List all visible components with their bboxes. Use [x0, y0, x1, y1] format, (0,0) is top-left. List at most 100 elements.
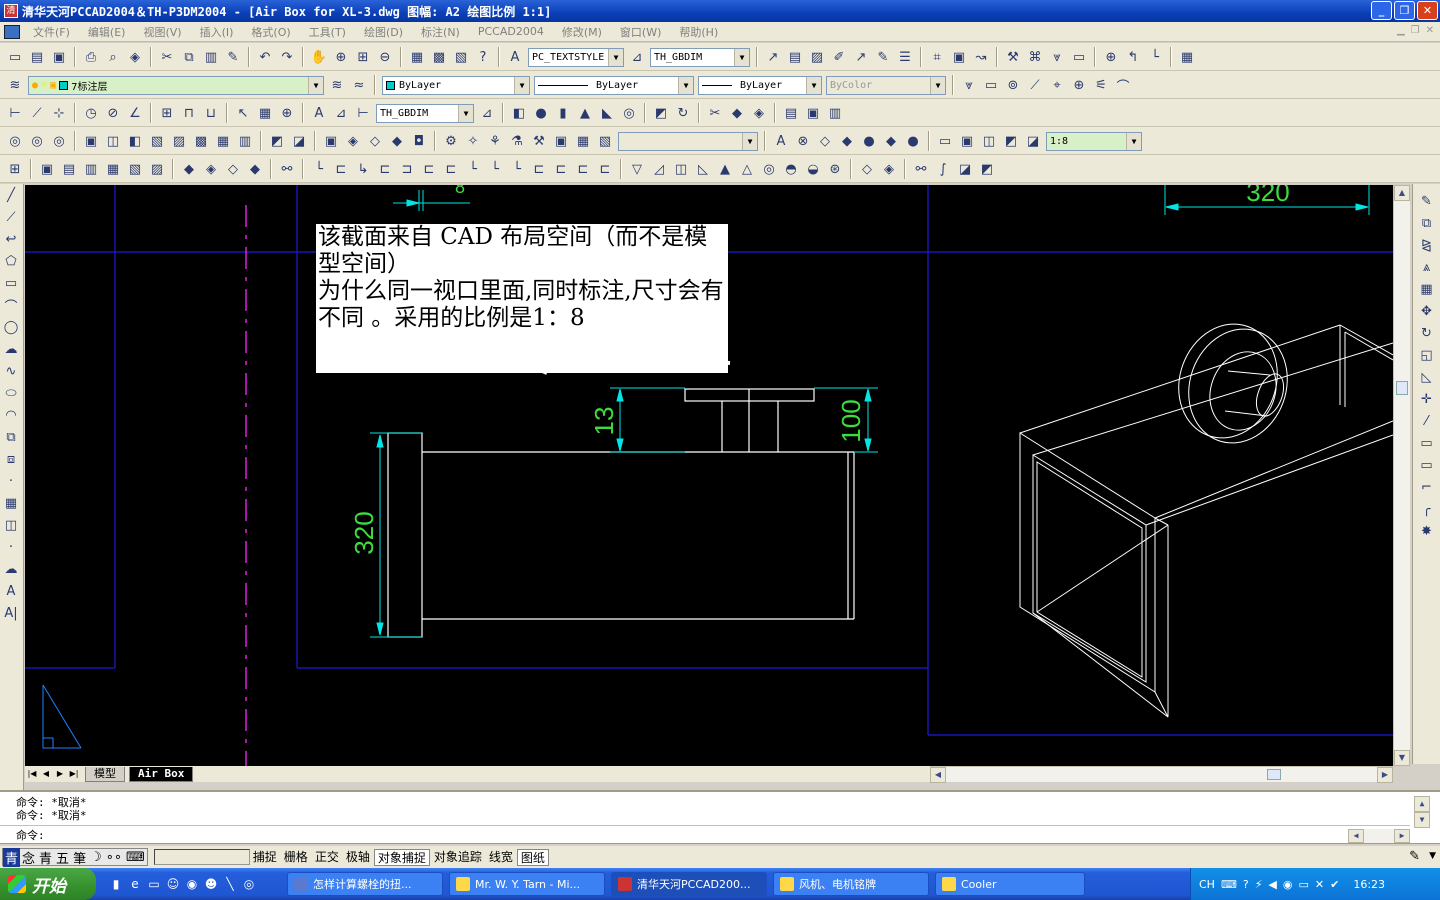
punct-icon[interactable]: ∘∘: [104, 850, 124, 865]
binoculars-icon[interactable]: ⚯: [276, 158, 298, 180]
preview-icon[interactable]: ⌕: [102, 46, 124, 68]
target-icon[interactable]: ⊕: [1068, 74, 1090, 96]
surface-3-icon[interactable]: ◫: [670, 158, 692, 180]
surface-1-icon[interactable]: ▽: [626, 158, 648, 180]
mesh-3-icon[interactable]: ⚯: [910, 158, 932, 180]
solid-2-icon[interactable]: ▤: [58, 158, 80, 180]
ordinate-dim-icon[interactable]: ⊹: [48, 102, 70, 124]
menu-edit[interactable]: 编辑(E): [79, 24, 135, 40]
ucs-5-icon[interactable]: ⊐: [396, 158, 418, 180]
cmd-hscroll[interactable]: ◀ ▶: [1348, 829, 1410, 843]
offset-icon[interactable]: ⩓: [1416, 256, 1438, 278]
offset-faces-icon[interactable]: ▩: [190, 130, 212, 152]
pointer-icon[interactable]: ↗: [850, 46, 872, 68]
doc-close-icon[interactable]: ✕: [1426, 25, 1434, 36]
aligned-dim-icon[interactable]: ⟋: [26, 102, 48, 124]
cloud-icon[interactable]: ☁: [0, 558, 22, 580]
rotate-icon[interactable]: ↻: [1416, 322, 1438, 344]
ime-toolbar[interactable]: 青 念青五筆 ☽ ∘∘ ⌨: [2, 847, 148, 867]
text-box-icon[interactable]: ▭: [980, 74, 1002, 96]
snap-button[interactable]: 捕捉: [250, 849, 280, 866]
first-tab-icon[interactable]: |◀: [25, 767, 39, 781]
grid-button[interactable]: 栅格: [281, 849, 311, 866]
vertical-scrollbar[interactable]: ▲ ▼: [1393, 185, 1410, 766]
wireframe-icon[interactable]: A: [770, 130, 792, 152]
text-icon[interactable]: A|: [0, 602, 22, 624]
slice-icon[interactable]: ✂: [704, 102, 726, 124]
ucs-10-icon[interactable]: └: [506, 158, 528, 180]
scroll-down-icon[interactable]: ▼: [1394, 750, 1410, 766]
revision-cloud-icon[interactable]: ☁: [0, 338, 22, 360]
spline-icon[interactable]: ∿: [0, 360, 22, 382]
make-block-icon[interactable]: ⧈: [0, 448, 22, 470]
attribute-icon[interactable]: ✐: [828, 46, 850, 68]
torus-icon[interactable]: ◎: [618, 102, 640, 124]
layer-manager-icon[interactable]: ≋: [4, 74, 26, 96]
publish-icon[interactable]: ◈: [124, 46, 146, 68]
mtext-icon[interactable]: A: [0, 580, 22, 602]
ucs-7-icon[interactable]: ⊏: [440, 158, 462, 180]
datum-icon[interactable]: ⊚: [1002, 74, 1024, 96]
tray-icon-3[interactable]: ◉: [1283, 878, 1293, 891]
lineweight-select[interactable]: ByLayer ▼: [698, 75, 822, 95]
frame-icon[interactable]: ▣: [948, 46, 970, 68]
calculator-icon[interactable]: ▦: [1176, 46, 1198, 68]
mesh-6-icon[interactable]: ◩: [976, 158, 998, 180]
stretch-icon[interactable]: ◺: [1416, 366, 1438, 388]
ellipse-arc-icon[interactable]: ◠: [0, 404, 22, 426]
tolerance-icon[interactable]: ⌖: [1046, 74, 1068, 96]
task-item[interactable]: Mr. W. Y. Tarn - Mi...: [449, 872, 605, 896]
subtract-icon[interactable]: ◫: [102, 130, 124, 152]
rotate-faces-icon[interactable]: ▥: [234, 130, 256, 152]
open-icon[interactable]: ▤: [26, 46, 48, 68]
mesh-5-icon[interactable]: ◪: [954, 158, 976, 180]
scroll-right-icon[interactable]: ▶: [1377, 767, 1393, 783]
wedge-icon[interactable]: ◣: [596, 102, 618, 124]
paste-icon[interactable]: ▥: [200, 46, 222, 68]
shaded-edges-icon[interactable]: ●: [858, 130, 880, 152]
solid-5-icon[interactable]: ▧: [124, 158, 146, 180]
cut-icon[interactable]: ✂: [156, 46, 178, 68]
move-faces-icon[interactable]: ▨: [168, 130, 190, 152]
menu-window[interactable]: 窗口(W): [611, 24, 670, 40]
dim-text-edit-icon[interactable]: ⊿: [330, 102, 352, 124]
viewport-clip-icon[interactable]: ◩: [1000, 130, 1022, 152]
close-button[interactable]: ✕: [1417, 1, 1438, 20]
curve-icon[interactable]: ↝: [970, 46, 992, 68]
insert-block-icon[interactable]: ⧉: [0, 426, 22, 448]
print-icon[interactable]: ⎙: [80, 46, 102, 68]
diameter-dim-icon[interactable]: ⊘: [102, 102, 124, 124]
extrude-faces-icon[interactable]: ▧: [146, 130, 168, 152]
scale-icon[interactable]: ◱: [1416, 344, 1438, 366]
orbit-3-icon[interactable]: ◎: [48, 130, 70, 152]
explode-icon[interactable]: ✸: [1416, 520, 1438, 542]
fillet-icon[interactable]: ╭: [1416, 498, 1438, 520]
start-button[interactable]: 开始: [0, 868, 96, 900]
continue-dim-icon[interactable]: ⊔: [200, 102, 222, 124]
tray-icon-1[interactable]: ⚡: [1255, 878, 1263, 891]
highlight-icon[interactable]: ✎: [872, 46, 894, 68]
block-insert-icon[interactable]: ⊞: [4, 158, 26, 180]
quick-dim-icon[interactable]: ⊞: [156, 102, 178, 124]
solid-7-icon[interactable]: ◆: [178, 158, 200, 180]
polygon-icon[interactable]: ⬠: [0, 250, 22, 272]
scroll-thumb[interactable]: [1396, 381, 1408, 395]
quick-launch-icon[interactable]: ▮: [108, 876, 124, 892]
new-icon[interactable]: ▭: [4, 46, 26, 68]
radius-dim-icon[interactable]: ◷: [80, 102, 102, 124]
solid-6-icon[interactable]: ▨: [146, 158, 168, 180]
code-icon[interactable]: ▭: [1068, 46, 1090, 68]
properties-icon[interactable]: ▦: [406, 46, 428, 68]
dim-style-manager-icon[interactable]: ⊿: [476, 102, 498, 124]
menu-format[interactable]: 格式(O): [242, 24, 299, 40]
separate-icon[interactable]: ◆: [386, 130, 408, 152]
menu-tools[interactable]: 工具(T): [300, 24, 355, 40]
ucs-9-icon[interactable]: └: [484, 158, 506, 180]
top-view-icon[interactable]: ✧: [462, 130, 484, 152]
line-icon[interactable]: ╱: [0, 184, 22, 206]
tab-air-box[interactable]: Air Box: [129, 766, 194, 782]
surface-7-icon[interactable]: ◎: [758, 158, 780, 180]
cylinder-icon[interactable]: ▮: [552, 102, 574, 124]
cmd-scroll-right-icon[interactable]: ▶: [1394, 829, 1410, 843]
menu-modify[interactable]: 修改(M): [553, 24, 611, 40]
